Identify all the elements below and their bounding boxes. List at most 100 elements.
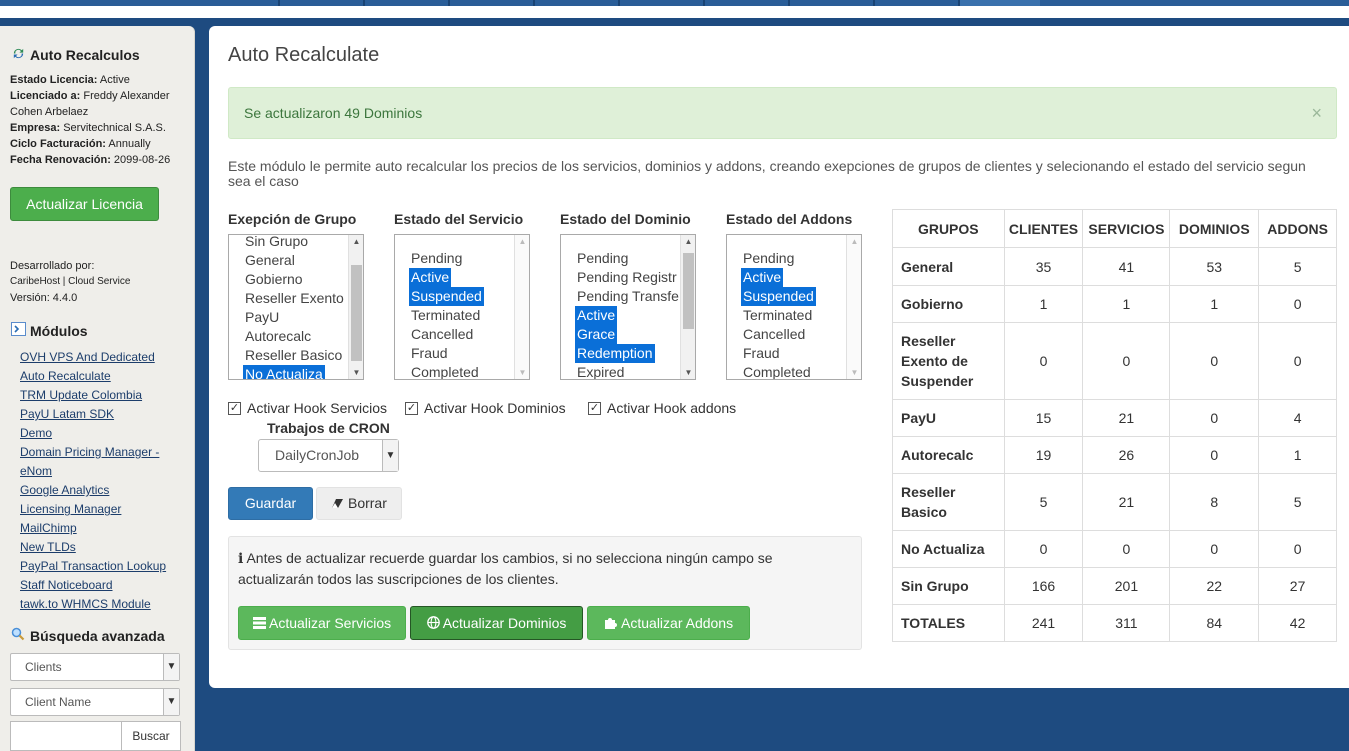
module-link[interactable]: Demo xyxy=(20,424,190,443)
hook-domains-checkbox[interactable]: ✓ Activar Hook Dominios xyxy=(405,400,566,416)
scroll-down-icon[interactable]: ▼ xyxy=(681,368,695,377)
module-link[interactable]: Licensing Manager xyxy=(20,500,190,519)
list-option[interactable]: Active xyxy=(575,306,618,325)
module-link[interactable]: TRM Update Colombia xyxy=(20,386,190,405)
search-button[interactable]: Buscar xyxy=(121,721,181,751)
checkbox-checked-icon[interactable]: ✓ xyxy=(405,401,418,415)
advanced-search-header: Búsqueda avanzada xyxy=(10,627,165,644)
company: Servitechnical S.A.S. xyxy=(63,122,166,134)
cell-domains: 8 xyxy=(1169,473,1260,531)
cell-domains: 0 xyxy=(1169,530,1260,568)
list-option[interactable]: Active xyxy=(409,268,452,287)
checkbox-checked-icon[interactable]: ✓ xyxy=(588,401,601,415)
list-option[interactable]: Active xyxy=(741,268,784,287)
table-header-row: GRUPOS CLIENTES SERVICIOS DOMINIOS ADDON… xyxy=(892,209,1337,248)
search-field-select[interactable]: Client Name ▼ xyxy=(10,688,180,716)
module-link[interactable]: Domain Pricing Manager - eNom xyxy=(20,443,190,481)
list-option[interactable]: Suspended xyxy=(409,287,484,306)
scrollbar[interactable]: ▲ ▼ xyxy=(348,235,363,379)
search-input[interactable] xyxy=(10,721,122,751)
list-option[interactable]: Terminated xyxy=(409,306,482,325)
cron-value: DailyCronJob xyxy=(275,447,360,463)
scroll-thumb[interactable] xyxy=(683,253,694,329)
update-domains-button[interactable]: Actualizar Dominios xyxy=(410,606,583,640)
module-link[interactable]: New TLDs xyxy=(20,538,190,557)
scroll-down-icon[interactable]: ▼ xyxy=(349,368,363,377)
addon-status-list[interactable]: Completed Fraud Cancelled Terminated Suspend… xyxy=(726,234,862,380)
scroll-down-icon[interactable]: ▼ xyxy=(847,368,861,377)
scroll-thumb[interactable] xyxy=(351,265,362,361)
scroll-up-icon[interactable]: ▲ xyxy=(515,237,529,246)
eraser-icon xyxy=(331,495,348,511)
list-option[interactable]: Expired xyxy=(575,363,626,379)
module-link[interactable]: Auto Recalculate xyxy=(20,367,190,386)
list-option[interactable]: Reseller Basico xyxy=(243,346,344,365)
scroll-up-icon[interactable]: ▲ xyxy=(349,237,363,246)
list-option[interactable]: Suspended xyxy=(741,287,816,306)
refresh-icon xyxy=(10,46,26,64)
list-option[interactable]: Redemption xyxy=(575,344,655,363)
page-title: Auto Recalculate xyxy=(228,44,380,66)
scroll-up-icon[interactable]: ▲ xyxy=(847,237,861,246)
module-link[interactable]: Staff Noticeboard xyxy=(20,576,190,595)
modules-header: Módulos xyxy=(10,322,88,339)
renewal-date-label: Fecha Renovación: xyxy=(10,154,111,166)
update-services-button[interactable]: Actualizar Servicios xyxy=(238,606,406,640)
scroll-up-icon[interactable]: ▲ xyxy=(681,237,695,246)
list-option[interactable]: Reseller Exento xyxy=(243,289,346,308)
list-option[interactable]: Autorecalc xyxy=(243,327,313,346)
module-link[interactable]: MailChimp xyxy=(20,519,190,538)
list-option[interactable]: Sin Grupo xyxy=(243,235,310,251)
list-option[interactable]: Pending xyxy=(575,249,630,268)
module-link[interactable]: Google Analytics xyxy=(20,481,190,500)
list-option[interactable]: Gobierno xyxy=(243,270,305,289)
scrollbar[interactable]: ▲ ▼ xyxy=(514,235,529,379)
list-option[interactable]: Pending xyxy=(409,249,464,268)
list-option[interactable]: Terminated xyxy=(741,306,814,325)
domain-status-list[interactable]: CancelledExpiredRedemptionGraceActivePen… xyxy=(560,234,696,380)
checkbox-checked-icon[interactable]: ✓ xyxy=(228,401,241,415)
list-option[interactable]: PayU xyxy=(243,308,281,327)
top-separator xyxy=(0,6,1349,18)
alert-message: Se actualizaron 49 Dominios xyxy=(244,105,423,121)
hook-services-label: Activar Hook Servicios xyxy=(247,400,388,416)
list-option[interactable]: Cancelled xyxy=(409,325,475,344)
list-option[interactable]: Fraud xyxy=(741,344,782,363)
delete-button[interactable]: Borrar xyxy=(316,487,402,520)
cell-clients: 35 xyxy=(1003,247,1084,286)
cron-select[interactable]: DailyCronJob ▼ xyxy=(258,439,399,472)
hook-addons-checkbox[interactable]: ✓ Activar Hook addons xyxy=(588,400,736,416)
update-license-button[interactable]: Actualizar Licencia xyxy=(10,187,159,221)
scroll-down-icon[interactable]: ▼ xyxy=(515,368,529,377)
service-status-list[interactable]: Completed Fraud Cancelled Terminated Suspend… xyxy=(394,234,530,380)
table-row: General 35 41 53 5 xyxy=(892,247,1337,286)
success-alert: Se actualizaron 49 Dominios × xyxy=(228,87,1337,139)
chevron-down-icon: ▼ xyxy=(382,440,398,471)
search-type-select[interactable]: Clients ▼ xyxy=(10,653,180,681)
scrollbar[interactable]: ▲ ▼ xyxy=(846,235,861,379)
billing-cycle-label: Ciclo Facturación: xyxy=(10,138,106,150)
license-status-label: Estado Licencia: xyxy=(10,74,98,86)
module-link[interactable]: PayPal Transaction Lookup xyxy=(20,557,190,576)
hook-services-checkbox[interactable]: ✓ Activar Hook Servicios xyxy=(228,400,387,416)
info-icon: i xyxy=(238,551,244,567)
group-exception-list[interactable]: No Actualiza Reseller Basico Autorecalc Pay… xyxy=(228,234,364,380)
col-header-addons: ADDONS xyxy=(1258,209,1337,248)
list-option[interactable]: Completed xyxy=(409,363,481,379)
list-option[interactable]: No Actualiza xyxy=(243,365,325,379)
update-addons-button[interactable]: Actualizar Addons xyxy=(587,606,750,640)
save-button[interactable]: Guardar xyxy=(228,487,313,520)
list-option[interactable]: Grace xyxy=(575,325,618,344)
list-option[interactable]: Cancelled xyxy=(741,325,807,344)
list-option[interactable]: Pending xyxy=(741,249,796,268)
list-option[interactable]: Completed xyxy=(741,363,813,379)
list-option[interactable]: Pending Transfe xyxy=(575,287,681,306)
list-option[interactable]: General xyxy=(243,251,297,270)
list-option[interactable]: Fraud xyxy=(409,344,450,363)
scrollbar[interactable]: ▲ ▼ xyxy=(680,235,695,379)
module-link[interactable]: tawk.to WHMCS Module xyxy=(20,595,190,614)
module-link[interactable]: PayU Latam SDK xyxy=(20,405,190,424)
list-option[interactable]: Pending Registr xyxy=(575,268,679,287)
module-link[interactable]: OVH VPS And Dedicated xyxy=(20,348,190,367)
close-icon[interactable]: × xyxy=(1311,88,1322,138)
